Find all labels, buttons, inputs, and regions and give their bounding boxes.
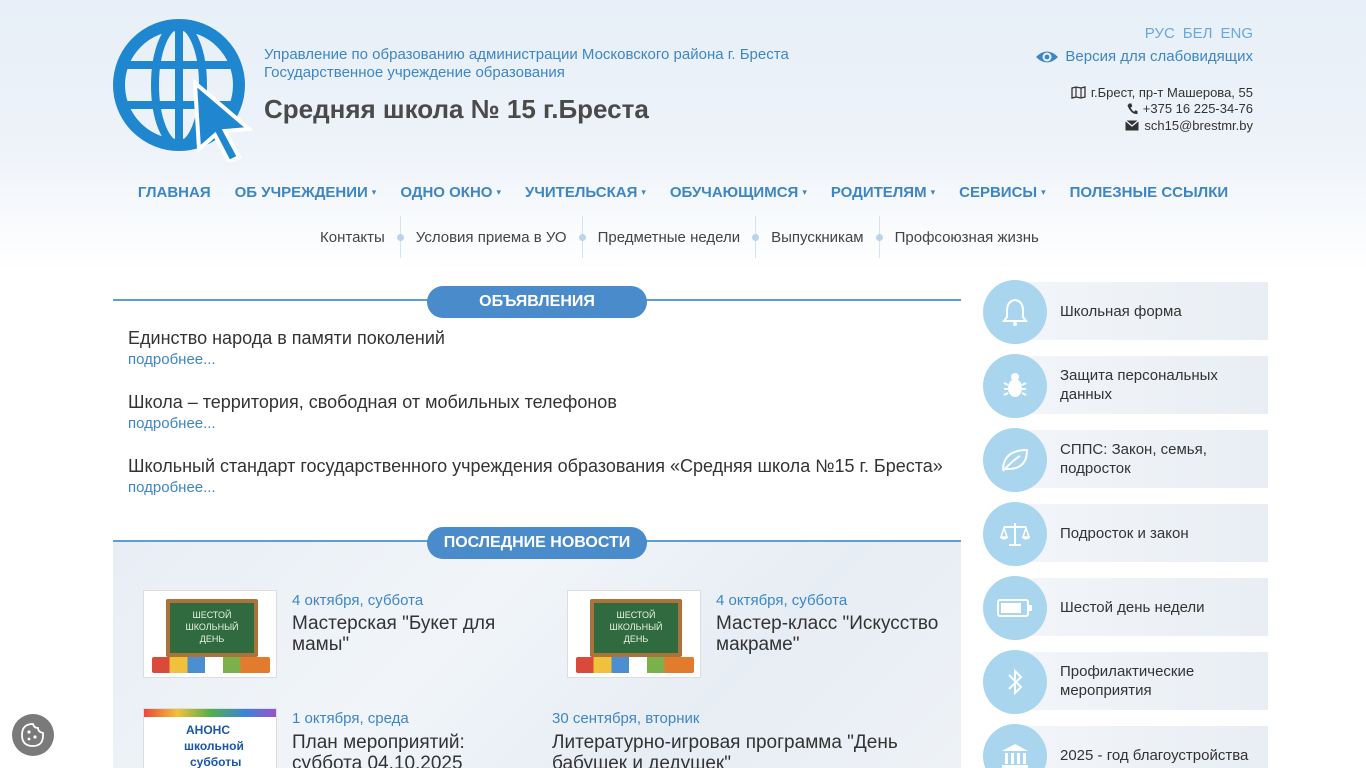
sidebar-item-label: Профилактические мероприятия	[1060, 663, 1195, 699]
announcements-heading: ОБЪЯВЛЕНИЯ	[113, 286, 961, 320]
main-navigation: ГЛАВНАЯ ОБ УЧРЕЖДЕНИИ ▾ ОДНО ОКНО ▾ УЧИТЕЛ…	[0, 184, 1366, 201]
sidebar-item-label: Подросток и закон	[1060, 524, 1189, 542]
announcement-item: Школьный стандарт государственного учреж…	[128, 456, 943, 496]
chalkboard-image: ШЕСТОЙ ШКОЛЬНЫЙ ДЕНЬ	[590, 599, 682, 657]
sidebar-item-prevention[interactable]: Профилактические мероприятия	[983, 650, 1268, 714]
sidebar-item-data-protection[interactable]: Защита персональных данных	[983, 354, 1268, 418]
phone-icon	[1127, 103, 1138, 114]
address-text: г.Брест, пр-т Машерова, 55	[1090, 85, 1253, 100]
news-headline[interactable]: План мероприятий: суббота 04.10.2025	[292, 732, 492, 768]
sidebar-item-sixth-day[interactable]: Шестой день недели	[983, 576, 1268, 640]
map-icon	[1071, 86, 1086, 99]
lang-rus[interactable]: РУС	[1145, 25, 1175, 42]
chevron-down-icon: ▾	[641, 187, 646, 197]
read-more-link[interactable]: подробнее...	[128, 415, 617, 432]
sidebar-item-teen-law[interactable]: Подросток и закон	[983, 502, 1268, 566]
globe-cursor-logo[interactable]	[113, 17, 253, 162]
sidebar-item-label: Шестой день недели	[1060, 598, 1205, 616]
subnav-subject-weeks[interactable]: Предметные недели	[578, 216, 756, 258]
bell-icon	[983, 280, 1047, 344]
sidebar-item-label: 2025 - год благоустройства	[1060, 746, 1249, 764]
nav-teachers[interactable]: УЧИТЕЛЬСКАЯ ▾	[513, 184, 658, 201]
email-text[interactable]: sch15@brestmr.by	[1144, 118, 1253, 133]
sidebar-item-label: СППС: Закон, семья, подросток	[1060, 441, 1207, 477]
read-more-link[interactable]: подробнее...	[128, 479, 943, 496]
subnav-admission[interactable]: Условия приема в УО	[396, 216, 582, 258]
nav-students[interactable]: ОБУЧАЮЩИМСЯ ▾	[658, 184, 819, 201]
vision-version-label: Версия для слабовидящих	[1065, 48, 1253, 65]
announcement-title[interactable]: Единство народа в памяти поколений	[128, 328, 445, 349]
org-line-2: Государственное учреждение образования	[264, 64, 565, 81]
chevron-down-icon: ▾	[802, 187, 807, 197]
sidebar-item-year-2025[interactable]: 2025 - год благоустройства	[983, 724, 1268, 768]
address-line: г.Брест, пр-т Машерова, 55	[1071, 85, 1253, 100]
news-date: 30 сентября, вторник	[552, 710, 700, 727]
nav-home[interactable]: ГЛАВНАЯ	[126, 184, 223, 201]
news-thumbnail[interactable]: ШЕСТОЙ ШКОЛЬНЫЙ ДЕНЬ	[567, 590, 701, 678]
chevron-down-icon: ▾	[496, 187, 501, 197]
sidebar-item-label: Защита персональных данных	[1060, 367, 1218, 403]
nav-one-window[interactable]: ОДНО ОКНО ▾	[388, 184, 513, 201]
nav-parents[interactable]: РОДИТЕЛЯМ ▾	[819, 184, 947, 201]
news-headline[interactable]: Литературно-игровая программа "День бабу…	[552, 732, 912, 768]
news-date: 1 октября, среда	[292, 710, 409, 727]
announcement-item: Единство народа в памяти поколений подро…	[128, 328, 445, 368]
lang-bel[interactable]: БЕЛ	[1183, 25, 1213, 42]
battery-icon	[983, 576, 1047, 640]
books-image	[576, 657, 694, 673]
subnav-graduates[interactable]: Выпускникам	[752, 216, 879, 258]
subnav-contacts[interactable]: Контакты	[305, 216, 400, 258]
nav-useful-links[interactable]: ПОЛЕЗНЫЕ ССЫЛКИ	[1058, 184, 1241, 201]
chevron-down-icon: ▾	[1041, 187, 1046, 197]
announcement-title[interactable]: Школа – территория, свободная от мобильн…	[128, 392, 617, 413]
announcement-item: Школа – территория, свободная от мобильн…	[128, 392, 617, 432]
leaf-icon	[983, 428, 1047, 492]
scales-icon	[983, 502, 1047, 566]
vision-version-link[interactable]: Версия для слабовидящих	[1035, 48, 1253, 65]
language-switcher: РУС БЕЛ ENG	[1145, 25, 1253, 42]
sidebar-item-spps[interactable]: СППС: Закон, семья, подросток	[983, 428, 1268, 492]
sub-navigation: Контакты Условия приема в УО Предметные …	[305, 216, 1054, 258]
cookie-icon	[21, 723, 44, 747]
anons-image: АНОНС школьной субботы	[144, 709, 276, 768]
news-title: ПОСЛЕДНИЕ НОВОСТИ	[427, 527, 647, 559]
chevron-down-icon: ▾	[930, 187, 936, 197]
announcement-title[interactable]: Школьный стандарт государственного учреж…	[128, 456, 943, 477]
news-date: 4 октября, суббота	[292, 592, 424, 609]
eye-icon	[1036, 51, 1059, 62]
news-headline[interactable]: Мастерская "Букет для мамы"	[292, 613, 522, 655]
chevron-down-icon: ▾	[371, 187, 377, 197]
lang-eng[interactable]: ENG	[1220, 25, 1253, 42]
bug-icon	[983, 354, 1047, 418]
news-heading: ПОСЛЕДНИЕ НОВОСТИ	[113, 527, 961, 561]
subnav-union-life[interactable]: Профсоюзная жизнь	[875, 216, 1054, 258]
org-line-1: Управление по образованию администрации …	[264, 46, 789, 63]
read-more-link[interactable]: подробнее...	[128, 351, 445, 368]
news-date: 4 октября, суббота	[716, 592, 848, 609]
cookie-settings-button[interactable]	[12, 714, 54, 756]
nav-services[interactable]: СЕРВИСЫ ▾	[947, 184, 1058, 201]
sidebar-item-label: Школьная форма	[1060, 302, 1182, 320]
nav-about[interactable]: ОБ УЧРЕЖДЕНИИ ▾	[223, 184, 389, 201]
announcements-title: ОБЪЯВЛЕНИЯ	[427, 286, 647, 318]
envelope-icon	[1125, 120, 1140, 131]
bluetooth-icon	[983, 650, 1047, 714]
email-line: sch15@brestmr.by	[1125, 118, 1253, 133]
school-title[interactable]: Средняя школа № 15 г.Бреста	[264, 94, 649, 125]
phone-line: +375 16 225-34-76	[1127, 101, 1253, 116]
phone-text: +375 16 225-34-76	[1142, 101, 1253, 116]
news-thumbnail[interactable]: ШЕСТОЙ ШКОЛЬНЫЙ ДЕНЬ	[143, 590, 277, 678]
news-headline[interactable]: Мастер-класс "Искусство макраме"	[716, 613, 946, 655]
chalkboard-image: ШЕСТОЙ ШКОЛЬНЫЙ ДЕНЬ	[166, 599, 258, 657]
books-image	[152, 657, 270, 673]
news-thumbnail[interactable]: АНОНС школьной субботы	[143, 708, 277, 768]
sidebar-item-school-uniform[interactable]: Школьная форма	[983, 280, 1268, 344]
